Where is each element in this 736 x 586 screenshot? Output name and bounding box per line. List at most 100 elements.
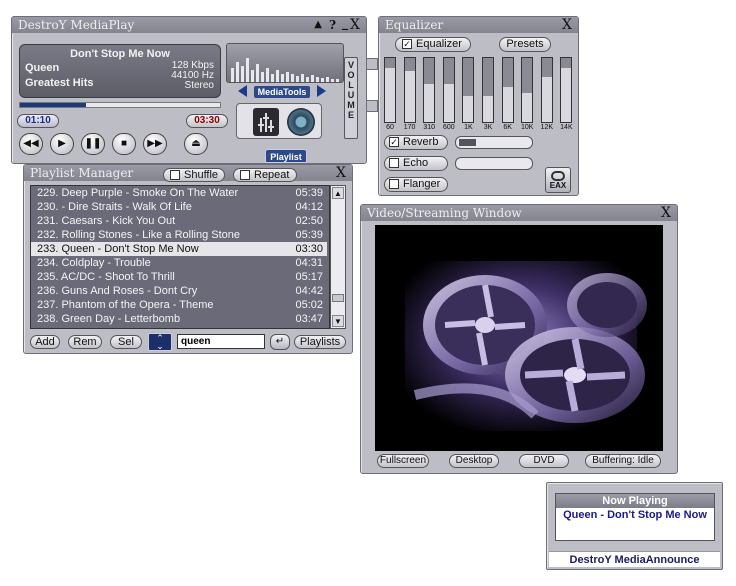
playlist-row[interactable]: 231. Caesars - Kick You Out 02:50 [31,214,327,228]
echo-checkbox[interactable] [389,158,399,169]
play-button[interactable]: ▶ [50,133,74,155]
album-name: Greatest Hits [25,77,94,89]
equalizer-window: Equalizer X ✓ Equalizer Presets 60 170 310 6… [378,16,579,196]
reverb-slider[interactable] [455,136,533,149]
playlist-tab-label: Playlist [270,152,302,162]
spectrum-bars [231,58,339,82]
playlist-row[interactable]: 230. - Dire Straits - Walk Of Life 04:12 [31,200,327,214]
eax-button[interactable]: EAX [545,167,571,193]
sort-toggle-icon[interactable]: ⌃ ⌄ [148,333,172,351]
mediatools-next-icon[interactable] [317,85,326,97]
eq-band-slider[interactable] [482,57,494,123]
playlist-row-duration: 04:12 [295,201,323,213]
eject-button[interactable]: ⏏ [184,133,208,155]
equalizer-toggle-label: Equalizer [416,38,462,50]
playlist-row[interactable]: 235. AC/DC - Shoot To Thrill 05:17 [31,270,327,284]
eq-band-slider[interactable] [403,57,416,123]
seek-bar[interactable] [19,102,221,108]
echo-slider[interactable] [455,157,533,170]
eq-band-label: 3K [483,124,493,131]
playlist-row-duration: 04:42 [295,285,323,297]
repeat-checkbox[interactable] [240,170,250,181]
remove-button[interactable]: Rem [68,335,102,349]
eq-band-label: 10K [520,124,534,131]
minimize-icon[interactable]: _ [342,15,348,31]
eq-band-label: 60 [386,124,394,131]
eq-band-level [385,67,395,122]
scroll-up-icon[interactable]: ▲ [332,187,344,199]
playlists-button[interactable]: Playlists [294,335,346,349]
player-close-icon[interactable]: X [350,17,360,33]
eq-band-label: 600 [442,124,455,131]
equalizer-titlebar[interactable]: Equalizer X [379,17,578,33]
volume-slider[interactable]: VOLUME [344,57,358,139]
echo-label: Echo [403,157,429,169]
eq-band-level [443,83,454,122]
playlist-tab[interactable]: Playlist [265,149,307,163]
flanger-toggle[interactable]: Flanger [384,177,448,192]
rewind-button[interactable]: ◀◀ [19,133,43,155]
playlist-search-input[interactable] [177,334,265,349]
equalizer-checkbox[interactable]: ✓ [402,39,412,50]
reverb-label: Reverb [403,136,439,148]
eq-band-slider[interactable] [521,57,534,123]
playlist-row-title: 235. AC/DC - Shoot To Thrill [37,271,175,283]
window-connector [366,58,378,70]
eq-band-slider[interactable] [384,57,396,123]
playlist-row[interactable]: 236. Guns And Roses - Dont Cry 04:42 [31,284,327,298]
echo-toggle[interactable]: Echo [384,156,448,171]
player-title: DestroY MediaPlay [18,18,135,32]
eq-band-slider[interactable] [423,57,436,123]
eq-band-slider[interactable] [462,57,475,123]
desktop-label: Desktop [455,455,493,466]
rem-label: Rem [73,336,97,348]
mediatools-prev-icon[interactable] [238,85,247,97]
fullscreen-button[interactable]: Fullscreen [377,454,429,468]
scroll-down-icon[interactable]: ▼ [332,315,344,327]
video-reel-tool-icon[interactable] [287,108,315,136]
add-button[interactable]: Add [30,335,60,349]
reverb-checkbox[interactable]: ✓ [389,137,399,148]
playlist-scrollbar[interactable]: ▲ ▼ [330,185,346,329]
seek-bar-fill [20,103,86,107]
mediatools-label[interactable]: MediaTools [254,86,310,98]
elapsed-time: 01:10 [17,114,59,128]
dvd-button[interactable]: DVD [519,454,569,468]
video-close-icon[interactable]: X [661,205,671,221]
playlist-row[interactable]: 237. Phantom of the Opera - Theme 05:02 [31,298,327,312]
shuffle-checkbox[interactable] [170,170,180,181]
eq-band-slider[interactable] [540,57,553,123]
desktop-button[interactable]: Desktop [449,454,499,468]
player-titlebar[interactable]: DestroY MediaPlay ▲ ? _ X [12,15,366,33]
presets-button[interactable]: Presets [499,37,551,52]
add-label: Add [35,336,55,348]
equalizer-close-icon[interactable]: X [562,17,572,33]
repeat-toggle[interactable]: Repeat [233,168,297,182]
playlist-close-icon[interactable]: X [336,165,346,181]
playlist-row[interactable]: 233. Queen - Don't Stop Me Now 03:30 [31,242,327,256]
eq-band-slider[interactable] [442,57,455,123]
equalizer-toggle[interactable]: ✓ Equalizer [395,37,471,52]
pause-button[interactable]: ❚❚ [81,133,105,155]
fast-forward-button[interactable]: ▶▶ [143,133,167,155]
eq-band-slider[interactable] [501,57,514,123]
playlist-row[interactable]: 229. Deep Purple - Smoke On The Water 05:… [31,186,327,200]
reverb-toggle[interactable]: ✓ Reverb [384,135,448,150]
minimize-up-icon[interactable]: ▲ [314,17,322,33]
flanger-checkbox[interactable] [389,179,399,190]
video-window: Video/Streaming Window X Fullscreen Desk… [360,204,678,474]
playlist-row[interactable]: 232. Rolling Stones - Like a Rolling Sto… [31,228,327,242]
artist-name: Queen [25,62,60,74]
help-icon[interactable]: ? [329,17,336,33]
select-button[interactable]: Sel [110,335,142,349]
equalizer-tool-icon[interactable] [253,108,279,136]
scroll-thumb[interactable] [332,294,344,302]
shuffle-toggle[interactable]: Shuffle [163,168,225,182]
search-go-icon[interactable]: ↵ [270,334,290,350]
video-display[interactable] [375,225,663,451]
playlist-row[interactable]: 238. Green Day - Letterbomb 03:47 [31,312,327,326]
video-titlebar[interactable]: Video/Streaming Window X [361,205,677,221]
stop-button[interactable]: ■ [112,133,136,155]
playlist-row[interactable]: 234. Coldplay - Trouble 04:31 [31,256,327,270]
eq-band-slider[interactable] [560,57,573,123]
